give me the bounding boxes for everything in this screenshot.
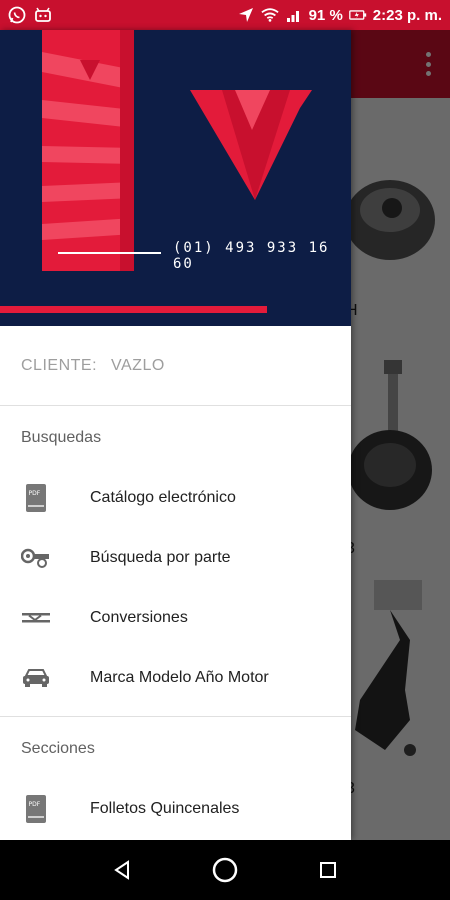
signal-icon [285, 6, 303, 24]
parts-icon [21, 543, 51, 573]
pdf-book-icon: PDF [21, 483, 51, 513]
home-icon[interactable] [205, 850, 245, 890]
svg-text:PDF: PDF [29, 490, 41, 497]
menu-item-label: Búsqueda por parte [90, 549, 231, 566]
section-title-secciones: Secciones [21, 740, 95, 757]
wifi-icon [260, 6, 279, 24]
pdf-book-icon: PDF [21, 794, 51, 824]
battery-charging-icon [348, 6, 367, 24]
menu-item-marca-modelo[interactable]: Marca Modelo Año Motor [0, 648, 351, 708]
navigation-drawer: (01) 493 933 16 60 CLIENTE: VAZLO Busque… [0, 30, 351, 840]
section-title-busquedas: Busquedas [21, 429, 102, 446]
system-nav-bar [0, 840, 450, 900]
client-label: CLIENTE: [21, 356, 98, 374]
header-phone: (01) 493 933 16 60 [173, 240, 330, 272]
menu-item-busqueda-parte[interactable]: Búsqueda por parte [0, 528, 351, 588]
menu-item-label: Catálogo electrónico [90, 489, 236, 506]
location-arrow-icon [237, 6, 255, 24]
notification-icon [34, 6, 52, 24]
menu-item-conversiones[interactable]: Conversiones [0, 588, 351, 648]
client-info: CLIENTE: VAZLO [0, 326, 351, 406]
menu-item-label: Marca Modelo Año Motor [90, 669, 269, 686]
brand-logo [0, 30, 312, 313]
menu-item-label: Folletos Quincenales [90, 800, 240, 817]
car-icon [21, 663, 51, 693]
status-bar: 91 % 2:23 p. m. [0, 0, 450, 30]
menu-item-folletos[interactable]: PDF Folletos Quincenales [0, 779, 351, 839]
clock: 2:23 p. m. [372, 6, 442, 24]
client-value: VAZLO [111, 356, 165, 374]
drawer-header: (01) 493 933 16 60 [0, 30, 351, 326]
menu-item-label: Conversiones [90, 609, 188, 626]
conversion-icon [21, 603, 51, 633]
menu-item-catalogo[interactable]: PDF Catálogo electrónico [0, 468, 351, 528]
battery-percent: 91 % [308, 6, 343, 24]
recents-icon[interactable] [308, 850, 348, 890]
svg-text:PDF: PDF [29, 801, 41, 808]
whatsapp-icon [8, 6, 26, 24]
back-icon[interactable] [102, 850, 142, 890]
